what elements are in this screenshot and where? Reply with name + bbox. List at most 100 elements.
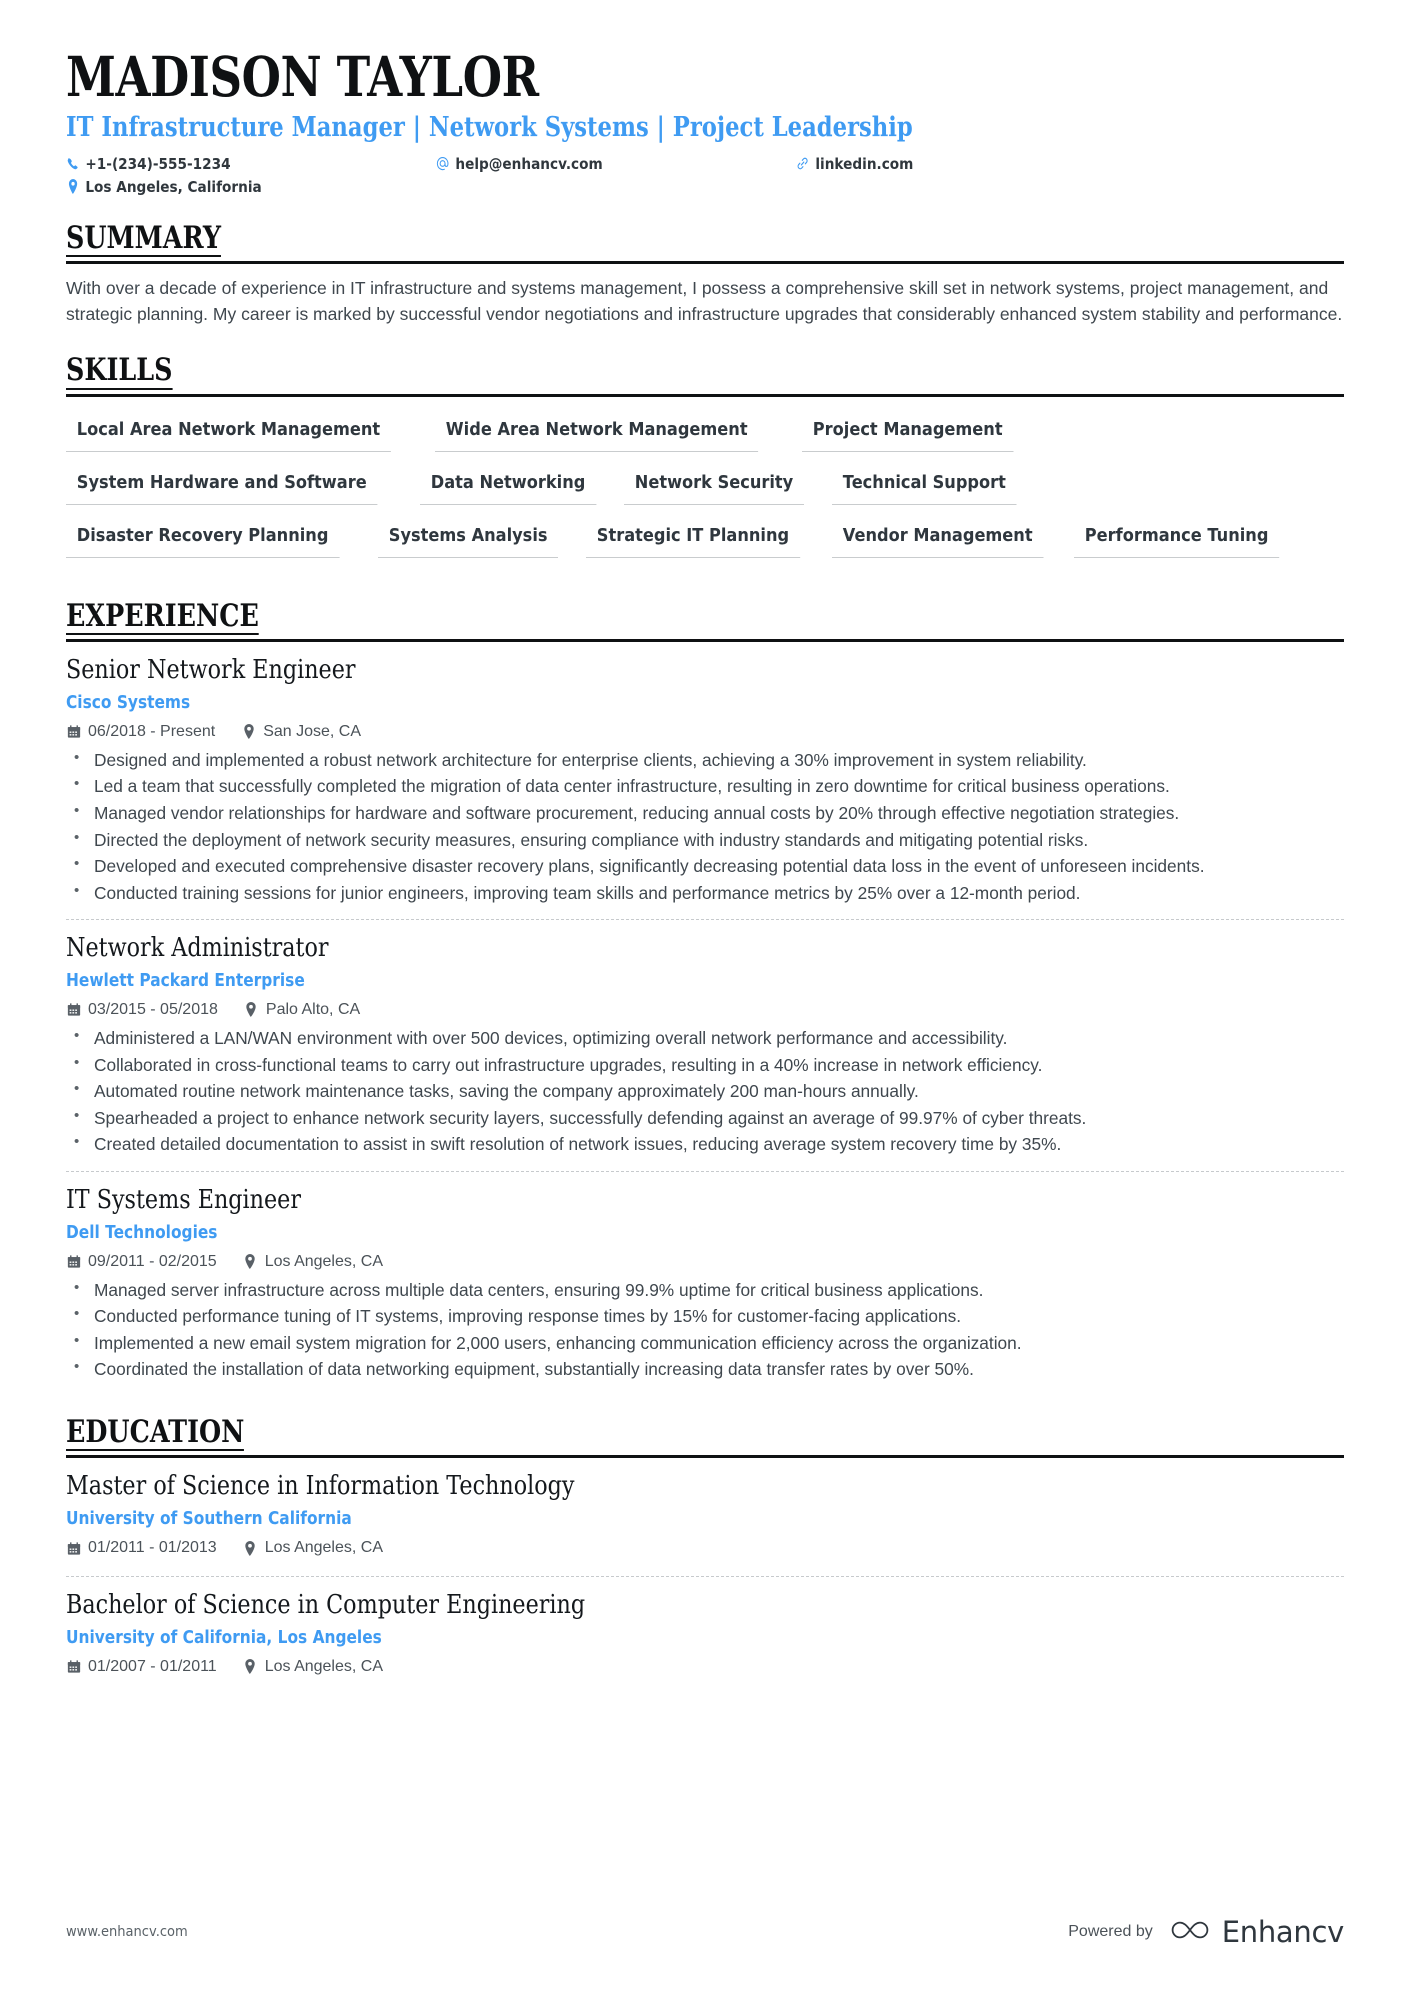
section-education: EDUCATION Master of Science in Informati… (66, 1416, 1344, 1689)
contact-email[interactable]: help@enhancv.com (436, 155, 753, 173)
contact-block: +1-(234)-555-1234 help@enhancv.com linke… (66, 155, 1344, 196)
entry-dates-value: 01/2011 - 01/2013 (88, 1539, 217, 1557)
powered-by-block: Powered by Enhancv (1068, 1915, 1344, 1949)
degree-title: Bachelor of Science in Computer Engineer… (66, 1589, 586, 1621)
entry-dates-value: 03/2015 - 05/2018 (88, 1000, 218, 1018)
contact-linkedin-value: linkedin.com (815, 154, 914, 173)
skill-chip: Performance Tuning (1074, 521, 1280, 558)
section-title-education: EDUCATION (66, 1413, 245, 1452)
candidate-headline: IT Infrastructure Manager | Network Syst… (66, 112, 913, 144)
list-item: Directed the deployment of network secur… (66, 827, 1324, 853)
entry-meta: 01/2007 - 01/2011 Los Angeles, CA (66, 1658, 1344, 1676)
experience-body: Senior Network Engineer Cisco Systems 06/2… (66, 642, 1344, 1390)
list-item: Implemented a new email system migration… (66, 1330, 1324, 1356)
location-pin-icon (241, 723, 256, 740)
entry-dates-value: 01/2007 - 01/2011 (88, 1657, 217, 1675)
entry-meta: 09/2011 - 02/2015 Los Angeles, CA (66, 1253, 1344, 1271)
list-item: Designed and implemented a robust networ… (66, 747, 1324, 773)
summary-text: With over a decade of experience in IT i… (66, 278, 1343, 325)
list-item: Managed vendor relationships for hardwar… (66, 800, 1324, 826)
powered-by-label: Powered by (1068, 1923, 1153, 1940)
contact-row-2: Los Angeles, California (66, 178, 1344, 196)
at-sign-icon (436, 155, 449, 172)
entry-meta: 06/2018 - Present San Jose, CA (66, 723, 1344, 741)
school-name[interactable]: University of Southern California (66, 1509, 1191, 1529)
entry-dates-value: 09/2011 - 02/2015 (88, 1252, 217, 1270)
list-item: Created detailed documentation to assist… (66, 1131, 1324, 1157)
list-item: Led a team that successfully completed t… (66, 773, 1324, 799)
job-title: Network Administrator (66, 932, 329, 964)
skills-body: Local Area Network Management Wide Area N… (66, 397, 1344, 574)
calendar-icon (66, 1658, 81, 1675)
entry-location-value: Los Angeles, CA (264, 1539, 383, 1557)
list-item: Coordinated the installation of data net… (66, 1356, 1324, 1382)
resume-footer: www.enhancv.com Powered by Enhancv (66, 1915, 1344, 1949)
section-experience: EXPERIENCE Senior Network Engineer Cisco … (66, 599, 1344, 1390)
contact-linkedin[interactable]: linkedin.com (796, 155, 1060, 173)
company-name[interactable]: Hewlett Packard Enterprise (66, 971, 1191, 991)
entry-location: San Jose, CA (241, 723, 361, 741)
section-title-summary: SUMMARY (66, 219, 222, 258)
skill-chip: Local Area Network Management (66, 415, 391, 452)
entry-location: Los Angeles, CA (243, 1658, 383, 1676)
skill-chip: Data Networking (420, 468, 597, 505)
contact-row-1: +1-(234)-555-1234 help@enhancv.com linke… (66, 155, 1344, 173)
resume-header: MADISON TAYLOR IT Infrastructure Manager… (66, 47, 1344, 196)
location-pin-icon (243, 1658, 258, 1675)
job-title: Senior Network Engineer (66, 654, 356, 686)
contact-phone[interactable]: +1-(234)-555-1234 (66, 155, 392, 173)
job-bullets: Administered a LAN/WAN environment with … (66, 1025, 1344, 1157)
entry-location: Palo Alto, CA (244, 1001, 360, 1019)
contact-phone-value: +1-(234)-555-1234 (85, 154, 231, 173)
education-entry: Bachelor of Science in Computer Engineer… (66, 1576, 1344, 1689)
entry-meta: 01/2011 - 01/2013 Los Angeles, CA (66, 1539, 1344, 1557)
list-item: Administered a LAN/WAN environment with … (66, 1025, 1324, 1051)
entry-location: Los Angeles, CA (243, 1253, 383, 1271)
skill-chip: Strategic IT Planning (585, 521, 800, 558)
resume-page: MADISON TAYLOR IT Infrastructure Manager… (0, 0, 1410, 1995)
list-item: Managed server infrastructure across mul… (66, 1277, 1324, 1303)
location-pin-icon (243, 1540, 258, 1557)
job-title: IT Systems Engineer (66, 1183, 301, 1215)
list-item: Collaborated in cross-functional teams t… (66, 1052, 1324, 1078)
section-skills: SKILLS Local Area Network Management Wide… (66, 354, 1344, 574)
contact-location: Los Angeles, California (66, 178, 392, 196)
skill-chip: Technical Support (831, 468, 1017, 505)
location-pin-icon (66, 178, 79, 195)
job-bullets: Designed and implemented a robust networ… (66, 747, 1344, 906)
entry-dates: 01/2007 - 01/2011 (66, 1658, 217, 1676)
entry-dates-value: 06/2018 - Present (88, 722, 216, 740)
job-bullets: Managed server infrastructure across mul… (66, 1277, 1344, 1382)
skill-chip: Wide Area Network Management (435, 415, 759, 452)
company-name[interactable]: Cisco Systems (66, 693, 1191, 713)
school-name[interactable]: University of California, Los Angeles (66, 1628, 1191, 1648)
entry-dates: 03/2015 - 05/2018 (66, 1001, 218, 1019)
enhancv-wordmark: Enhancv (1221, 1915, 1345, 1949)
company-name[interactable]: Dell Technologies (66, 1223, 1191, 1243)
skill-chip: Systems Analysis (377, 521, 558, 558)
infinity-icon (1167, 1917, 1213, 1948)
experience-entry: Network Administrator Hewlett Packard Ent… (66, 919, 1344, 1165)
footer-url[interactable]: www.enhancv.com (66, 1924, 188, 1940)
education-body: Master of Science in Information Technol… (66, 1458, 1344, 1689)
calendar-icon (66, 723, 81, 740)
summary-body: With over a decade of experience in IT i… (66, 264, 1344, 328)
entry-meta: 03/2015 - 05/2018 Palo Alto, CA (66, 1001, 1344, 1019)
location-pin-icon (243, 1253, 258, 1270)
calendar-icon (66, 1001, 81, 1018)
contact-location-value: Los Angeles, California (85, 177, 262, 196)
education-entry: Master of Science in Information Technol… (66, 1470, 1344, 1570)
contact-email-value: help@enhancv.com (455, 154, 603, 173)
list-item: Conducted performance tuning of IT syste… (66, 1303, 1324, 1329)
calendar-icon (66, 1253, 81, 1270)
link-icon (796, 155, 809, 172)
entry-location-value: Palo Alto, CA (265, 1000, 361, 1018)
skill-chip: Project Management (802, 415, 1014, 452)
entry-dates: 01/2011 - 01/2013 (66, 1539, 217, 1557)
list-item: Conducted training sessions for junior e… (66, 880, 1324, 906)
skill-chip: Disaster Recovery Planning (66, 521, 340, 558)
calendar-icon (66, 1540, 81, 1557)
list-item: Developed and executed comprehensive dis… (66, 853, 1324, 879)
experience-entry: Senior Network Engineer Cisco Systems 06/2… (66, 654, 1344, 913)
location-pin-icon (244, 1001, 259, 1018)
